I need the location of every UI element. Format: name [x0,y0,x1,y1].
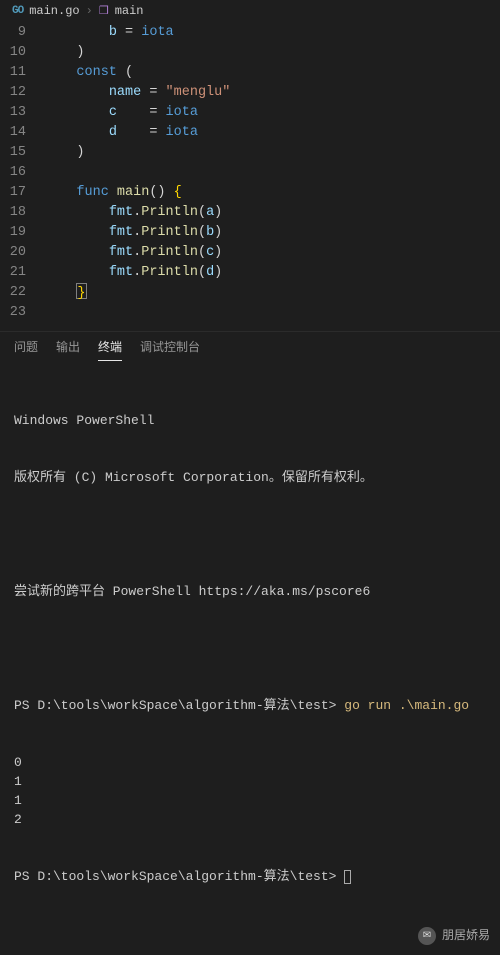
symbol-icon: ❒ [99,4,109,18]
panel-tab-2[interactable]: 终端 [98,338,122,361]
code-editor[interactable]: 9 b = iota10 )11 const (12 name = "mengl… [0,23,500,331]
line-number: 20 [0,243,44,263]
code-line[interactable]: 17 func main() { [0,183,500,203]
line-number: 9 [0,23,44,43]
terminal-output-line: 1 [14,772,486,791]
line-number: 21 [0,263,44,283]
code-line[interactable]: 19 fmt.Println(b) [0,223,500,243]
chevron-right-icon: › [86,4,93,18]
code-content[interactable]: d = iota [44,123,500,143]
terminal-blank [14,639,486,658]
code-content[interactable] [44,303,500,323]
code-line[interactable]: 10 ) [0,43,500,63]
terminal-output-line: 0 [14,753,486,772]
line-number: 23 [0,303,44,323]
line-number: 22 [0,283,44,303]
line-number: 15 [0,143,44,163]
code-line[interactable]: 22 } [0,283,500,303]
go-file-icon: GO [12,5,23,17]
code-line[interactable]: 11 const ( [0,63,500,83]
line-number: 17 [0,183,44,203]
terminal-cursor [344,870,351,884]
code-content[interactable]: fmt.Println(c) [44,243,500,263]
terminal-command: go run .\main.go [344,698,469,713]
code-content[interactable]: func main() { [44,183,500,203]
terminal-blank [14,525,486,544]
code-content[interactable]: fmt.Println(b) [44,223,500,243]
line-number: 13 [0,103,44,123]
code-line[interactable]: 18 fmt.Println(a) [0,203,500,223]
line-number: 19 [0,223,44,243]
code-content[interactable]: } [44,283,500,303]
code-content[interactable]: name = "menglu" [44,83,500,103]
terminal-command-line: PS D:\tools\workSpace\algorithm-算法\test>… [14,696,486,715]
panel-tab-0[interactable]: 问题 [14,338,38,361]
terminal-output-line: 1 [14,791,486,810]
line-number: 16 [0,163,44,183]
breadcrumb-file[interactable]: main.go [29,4,79,18]
code-line[interactable]: 13 c = iota [0,103,500,123]
terminal-line: 尝试新的跨平台 PowerShell https://aka.ms/pscore… [14,582,486,601]
code-content[interactable]: fmt.Println(d) [44,263,500,283]
code-line[interactable]: 9 b = iota [0,23,500,43]
code-content[interactable]: c = iota [44,103,500,123]
breadcrumb-symbol[interactable]: main [115,4,144,18]
watermark: ✉ 朋居娇易 [418,926,490,945]
breadcrumb: GO main.go › ❒ main [0,0,500,23]
panel-tabs: 问题输出终端调试控制台 [0,331,500,361]
terminal-line: 版权所有 (C) Microsoft Corporation。保留所有权利。 [14,468,486,487]
panel-tab-3[interactable]: 调试控制台 [140,338,200,361]
code-line[interactable]: 12 name = "menglu" [0,83,500,103]
code-content[interactable]: const ( [44,63,500,83]
panel-tab-1[interactable]: 输出 [56,338,80,361]
code-content[interactable] [44,163,500,183]
code-content[interactable]: ) [44,143,500,163]
code-content[interactable]: fmt.Println(a) [44,203,500,223]
code-content[interactable]: ) [44,43,500,63]
code-line[interactable]: 21 fmt.Println(d) [0,263,500,283]
terminal-line: Windows PowerShell [14,411,486,430]
code-line[interactable]: 15 ) [0,143,500,163]
terminal[interactable]: Windows PowerShell 版权所有 (C) Microsoft Co… [0,361,500,955]
code-line[interactable]: 23 [0,303,500,323]
code-line[interactable]: 14 d = iota [0,123,500,143]
terminal-output-line: 2 [14,810,486,829]
terminal-prompt: PS D:\tools\workSpace\algorithm-算法\test> [14,867,486,886]
line-number: 12 [0,83,44,103]
line-number: 14 [0,123,44,143]
line-number: 11 [0,63,44,83]
code-line[interactable]: 16 [0,163,500,183]
code-line[interactable]: 20 fmt.Println(c) [0,243,500,263]
line-number: 10 [0,43,44,63]
wechat-icon: ✉ [418,927,436,945]
code-content[interactable]: b = iota [44,23,500,43]
line-number: 18 [0,203,44,223]
watermark-text: 朋居娇易 [442,926,490,945]
